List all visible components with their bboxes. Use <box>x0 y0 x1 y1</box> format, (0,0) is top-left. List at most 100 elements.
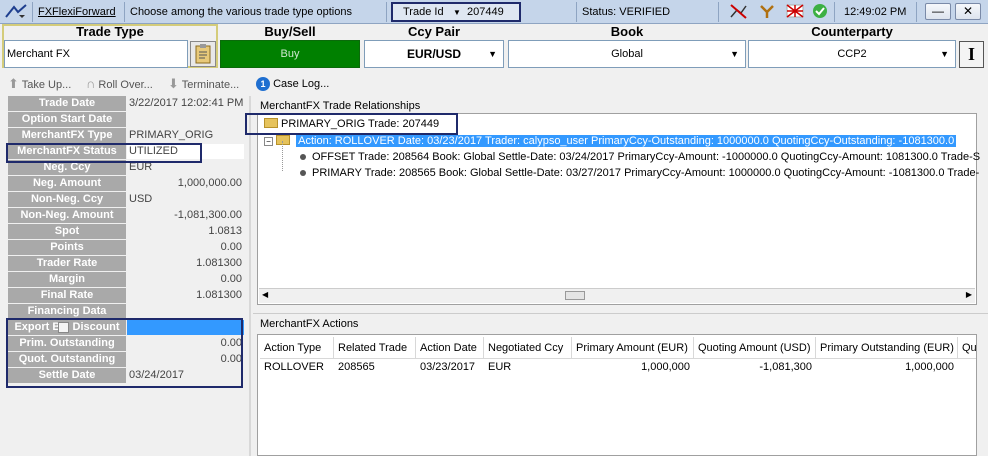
trade-window-icon[interactable] <box>4 3 30 21</box>
actions-title: MerchantFX Actions <box>260 318 359 330</box>
check-icon[interactable] <box>812 3 830 21</box>
field-row: Margin 0.00 <box>4 272 244 288</box>
field-value[interactable]: 1.081300 <box>127 256 244 271</box>
take-up-button[interactable]: ⬆ Take Up... <box>8 76 71 92</box>
ccypair-field[interactable]: EUR/USD ▼ <box>364 40 504 68</box>
tree-action-node[interactable]: − Action: ROLLOVER Date: 03/23/2017 Trad… <box>264 133 957 149</box>
field-row: Points 0.00 <box>4 240 244 256</box>
field-label: Margin <box>8 272 126 287</box>
book-value: Global <box>611 48 643 60</box>
table-cell[interactable]: 03/23/2017 <box>416 359 484 375</box>
field-value[interactable]: 0.00 <box>127 240 244 255</box>
clipboard-icon[interactable] <box>190 41 216 67</box>
field-value[interactable] <box>127 304 244 319</box>
field-row: MerchantFX Type PRIMARY_ORIG <box>4 128 244 144</box>
field-value[interactable]: 1.081300 <box>127 288 244 303</box>
field-label: Final Rate <box>8 288 126 303</box>
no-chart-icon[interactable] <box>729 3 749 21</box>
field-row: Non-Neg. Amount -1,081,300.00 <box>4 208 244 224</box>
folder-icon <box>276 135 291 146</box>
column-header[interactable]: Action Type <box>260 337 334 359</box>
id-type-label[interactable]: Trade Id <box>403 5 444 20</box>
column-header[interactable]: Primary Amount (EUR) <box>572 337 694 359</box>
case-log-label: Case Log... <box>273 78 330 90</box>
up-arrow-icon: ⬆ <box>8 76 19 91</box>
field-value[interactable]: -1,081,300.00 <box>127 208 244 223</box>
tree-primary-node[interactable]: PRIMARY Trade: 208565 Book: Global Settl… <box>300 165 979 181</box>
bullet-icon <box>300 170 306 177</box>
table-cell[interactable]: 1,000,000 <box>816 359 958 375</box>
collapse-icon[interactable]: − <box>264 136 273 146</box>
column-header[interactable]: Quoting Amount (USD) <box>694 337 816 359</box>
field-value[interactable]: 3/22/2017 12:02:41 PM <box>127 96 244 111</box>
field-row: Neg. Amount 1,000,000.00 <box>4 176 244 192</box>
column-header[interactable]: Action Date <box>416 337 484 359</box>
splitter[interactable] <box>249 96 251 456</box>
scrollbar-thumb[interactable] <box>565 291 585 300</box>
field-value[interactable]: USD <box>127 192 244 207</box>
down-arrow-icon: ⬇ <box>168 76 179 91</box>
field-value[interactable]: 0.00 <box>127 272 244 287</box>
rollover-icon: ∩ <box>86 76 96 91</box>
field-label: Spot <box>8 224 126 239</box>
field-row: Trader Rate 1.081300 <box>4 256 244 272</box>
table-cell[interactable]: 208565 <box>334 359 416 375</box>
close-button[interactable]: ✕ <box>955 3 981 20</box>
counterparty-select[interactable]: CCP2 ▼ <box>748 40 956 68</box>
tree-offset-label: OFFSET Trade: 208564 Book: Global Settle… <box>312 151 981 163</box>
field-value[interactable]: 1.0813 <box>127 224 244 239</box>
buysell-button[interactable]: Buy <box>220 40 360 68</box>
chevron-down-icon[interactable]: ▼ <box>488 41 497 67</box>
tools-icon[interactable] <box>758 3 778 21</box>
scroll-left-icon[interactable]: ◀ <box>262 290 268 299</box>
status-highlight <box>6 143 202 163</box>
tree-primary-label: PRIMARY Trade: 208565 Book: Global Settl… <box>312 167 980 179</box>
field-label: Non-Neg. Amount <box>8 208 126 223</box>
relationships-tree[interactable]: PRIMARY_ORIG Trade: 207449 − Action: ROL… <box>257 113 980 305</box>
roll-over-label: Roll Over... <box>98 79 153 91</box>
field-label: Non-Neg. Ccy <box>8 192 126 207</box>
terminate-button[interactable]: ⬇ Terminate... <box>168 76 239 92</box>
clock: 12:49:02 PM <box>844 6 907 18</box>
field-row: Trade Date 3/22/2017 12:02:41 PM <box>4 96 244 112</box>
tree-offset-node[interactable]: OFFSET Trade: 208564 Book: Global Settle… <box>300 149 980 165</box>
case-log-button[interactable]: 1 Case Log... <box>256 76 329 92</box>
trade-id-selector[interactable]: Trade Id ▼ 207449 <box>391 2 521 22</box>
table-cell[interactable]: EUR <box>484 359 572 375</box>
table-cell[interactable]: -1,081,300 <box>694 359 816 375</box>
flag-icon[interactable] <box>786 3 806 21</box>
field-row: Option Start Date <box>4 112 244 128</box>
table-cell[interactable]: 1,000,000 <box>572 359 694 375</box>
column-header[interactable]: Negotiated Ccy <box>484 337 572 359</box>
field-row: Non-Neg. Ccy USD <box>4 192 244 208</box>
title-bar: FXFlexiForward Choose among the various … <box>0 0 988 24</box>
column-header[interactable]: Primary Outstanding (EUR) <box>816 337 958 359</box>
status-text: Status: VERIFIED <box>582 6 671 18</box>
column-header[interactable]: Related Trade <box>334 337 416 359</box>
hint-text: Choose among the various trade type opti… <box>130 6 352 18</box>
minimize-button[interactable]: — <box>925 3 951 20</box>
horizontal-scrollbar[interactable]: ◀ ▶ <box>259 288 975 303</box>
trade-type-field[interactable]: Merchant FX <box>4 40 188 68</box>
counterparty-value: CCP2 <box>837 48 867 60</box>
table-cell[interactable] <box>958 359 976 375</box>
actions-table[interactable]: Action Type Related Trade Action Date Ne… <box>257 334 977 456</box>
bullet-icon <box>300 154 306 161</box>
field-label: Option Start Date <box>8 112 126 127</box>
chevron-down-icon[interactable]: ▼ <box>940 41 949 67</box>
book-select[interactable]: Global ▼ <box>508 40 746 68</box>
text-cursor-icon[interactable]: I <box>959 41 984 68</box>
trade-id-value[interactable]: 207449 <box>467 5 504 20</box>
field-value[interactable]: 1,000,000.00 <box>127 176 244 191</box>
roll-over-button[interactable]: ∩ Roll Over... <box>86 76 153 92</box>
root-highlight <box>245 113 458 135</box>
field-value[interactable]: PRIMARY_ORIG <box>127 128 244 143</box>
field-row: Spot 1.0813 <box>4 224 244 240</box>
chevron-down-icon[interactable]: ▼ <box>453 5 461 20</box>
app-link[interactable]: FXFlexiForward <box>38 3 116 21</box>
column-header[interactable]: Qu <box>958 337 976 359</box>
field-value[interactable] <box>127 112 244 127</box>
scroll-right-icon[interactable]: ▶ <box>966 290 972 299</box>
chevron-down-icon[interactable]: ▼ <box>730 41 739 67</box>
table-cell[interactable]: ROLLOVER <box>260 359 334 375</box>
